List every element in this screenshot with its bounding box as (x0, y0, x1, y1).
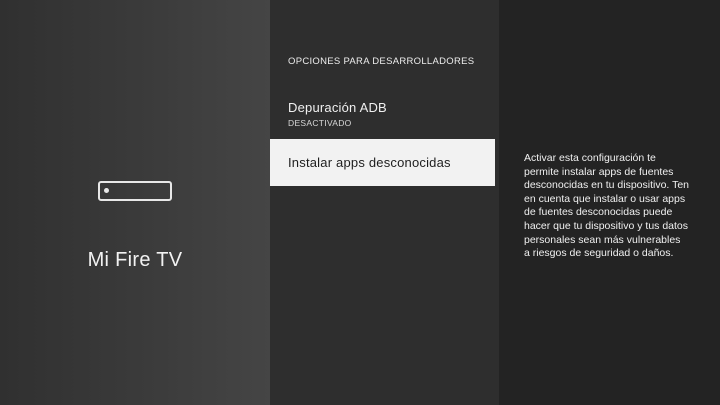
description-panel: Activar esta configuración te permite in… (499, 0, 720, 405)
device-branding-panel: Mi Fire TV (0, 0, 270, 405)
menu-item-status: DESACTIVADO (288, 118, 352, 128)
device-name: Mi Fire TV (87, 249, 183, 271)
menu-item-label: Instalar apps desconocidas (288, 155, 451, 170)
fire-tv-settings-screen: Mi Fire TV OPCIONES PARA DESARROLLADORES… (0, 0, 720, 405)
fire-tv-device-icon (98, 181, 172, 201)
menu-item-adb-debugging[interactable]: Depuración ADB DESACTIVADO (270, 100, 495, 138)
menu-item-install-unknown-apps[interactable]: Instalar apps desconocidas (270, 139, 495, 186)
device-led-indicator (104, 188, 109, 193)
menu-item-label: Depuración ADB (288, 100, 387, 115)
menu-header: OPCIONES PARA DESARROLLADORES (288, 56, 475, 67)
setting-description: Activar esta configuración te permite in… (524, 152, 689, 260)
developer-options-menu: OPCIONES PARA DESARROLLADORES Depuración… (270, 0, 499, 405)
